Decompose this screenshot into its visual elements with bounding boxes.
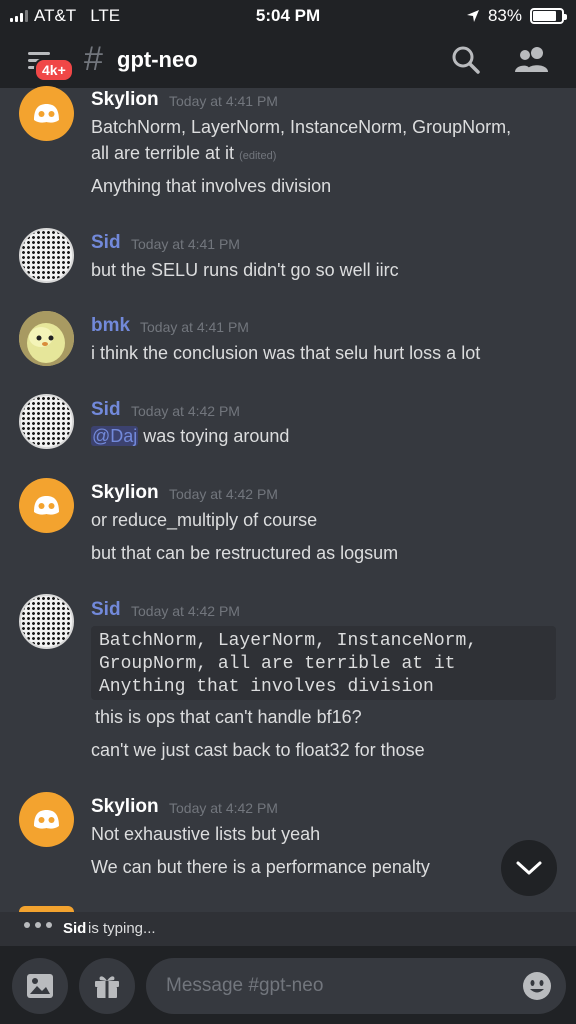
search-icon[interactable] [450,44,482,76]
typing-indicator: Sid is typing... [0,912,576,946]
timestamp: Today at 4:41 PM [140,319,249,335]
notification-badge: 4k+ [34,58,74,82]
message-text: Not exhaustive lists but yeah [91,824,321,844]
message-text-mention-line: @Daj was toying around [91,426,289,447]
message-input-container [146,958,566,1014]
message-text: BatchNorm, LayerNorm, InstanceNorm, Grou… [91,117,512,137]
typing-user: Sid [63,920,87,937]
gift-button[interactable] [79,958,135,1014]
author-name[interactable]: Sid [91,599,121,621]
message-text: can't we just cast back to float32 for t… [91,740,425,760]
discord-logo-icon [34,104,59,123]
message-text: but that can be restructured as logsum [91,543,399,563]
discord-logo-icon [34,810,59,829]
timestamp: Today at 4:42 PM [169,800,278,816]
avatar[interactable] [19,394,74,449]
code-line: BatchNorm, LayerNorm, InstanceNorm, [99,631,478,651]
menu-icon[interactable]: 4k+ [24,46,74,82]
avatar[interactable] [19,86,74,141]
timestamp: Today at 4:41 PM [131,236,240,252]
avatar[interactable] [19,594,74,649]
scroll-to-bottom-button[interactable] [501,840,557,896]
message-text: but the SELU runs didn't go so well iirc [91,260,399,280]
timestamp: Today at 4:42 PM [131,603,240,619]
edited-label: (edited) [239,150,277,162]
message-text: We can but there is a performance penalt… [91,857,430,877]
battery-percent: 83% [487,6,522,25]
members-icon[interactable] [514,44,550,76]
timestamp: Today at 4:41 PM [169,93,278,109]
upload-image-button[interactable] [12,958,68,1014]
message-text-edited-line: all are terrible at it (edited) [91,143,276,164]
avatar[interactable] [19,228,74,283]
location-arrow-icon [466,10,479,22]
avatar[interactable] [19,478,74,533]
message-text: i think the conclusion was that selu hur… [91,343,481,363]
code-line: Anything that involves division [99,677,434,697]
author-name[interactable]: Skylion [91,796,159,818]
gift-icon [95,976,119,998]
status-bar: AT&T LTE 5:04 PM 83% [0,0,576,32]
channel-title[interactable]: gpt-neo [117,47,198,73]
typing-text: is typing... [88,920,156,937]
typing-dots-icon [24,922,52,928]
battery-fill [533,11,556,21]
message-input[interactable] [166,958,506,1014]
code-line: GroupNorm, all are terrible at it [99,654,456,674]
timestamp: Today at 4:42 PM [131,403,240,419]
message-composer [0,946,576,1024]
message-text: was toying around [138,426,290,446]
chick-avatar-icon [19,311,74,366]
author-name[interactable]: bmk [91,315,130,337]
battery-icon [530,8,567,24]
author-name[interactable]: Skylion [91,89,159,111]
message-text: or reduce_multiply of course [91,510,318,530]
message-text: this is ops that can't handle bf16? [95,707,362,727]
author-name[interactable]: Skylion [91,482,159,504]
chevron-down-icon [516,861,542,875]
author-name[interactable]: Sid [91,399,121,421]
emoji-icon[interactable] [522,971,552,1001]
code-block: BatchNorm, LayerNorm, InstanceNorm, Grou… [91,626,556,700]
channel-hash-icon: # [84,40,103,78]
message-text: all are terrible at it [91,143,235,163]
avatar[interactable] [19,792,74,847]
message-text: Anything that involves division [91,176,332,196]
timestamp: Today at 4:42 PM [169,486,278,502]
discord-logo-icon [34,496,59,515]
channel-header: 4k+ # gpt-neo [0,32,576,88]
image-icon [27,974,53,998]
avatar[interactable] [19,311,74,366]
user-mention[interactable]: @Daj [91,426,139,446]
status-right: 83% [466,6,567,26]
author-name[interactable]: Sid [91,232,121,254]
